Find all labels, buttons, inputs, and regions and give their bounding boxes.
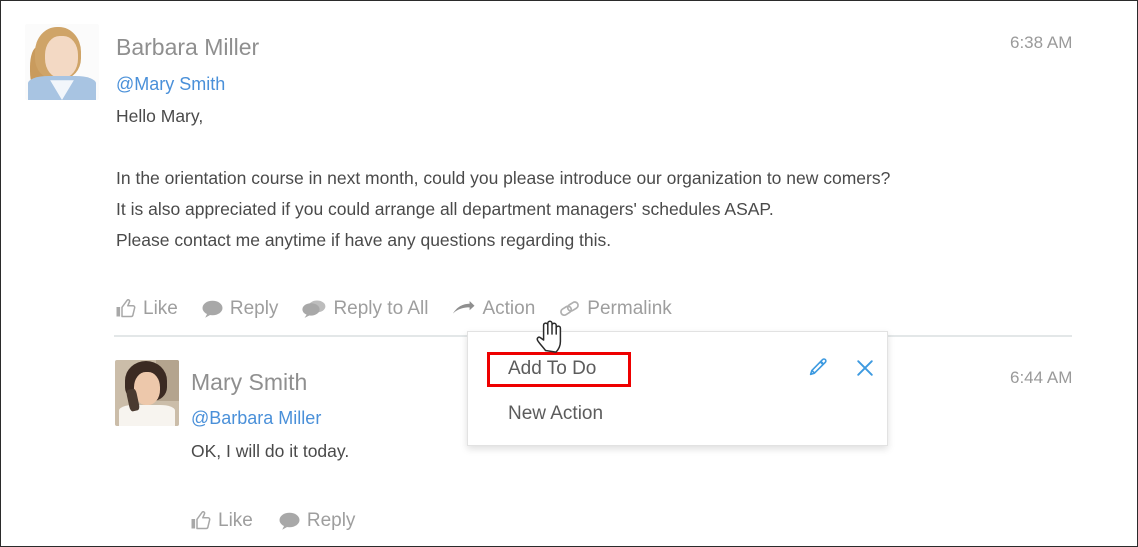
like-label: Like [218,511,253,530]
speech-bubble-icon [279,512,300,530]
avatar-face [45,36,78,78]
message-body-line: In the orientation course in next month,… [116,168,890,189]
message-thread-page: Barbara Miller 6:38 AM @Mary Smith Hello… [0,0,1138,547]
action-dropdown-menu: Add To Do New Action [467,331,888,446]
message-action-bar: Like Reply [191,511,355,530]
avatar-mary-smith[interactable] [115,360,179,426]
like-button[interactable]: Like [116,299,178,318]
speech-bubbles-icon [302,300,326,318]
permalink-button[interactable]: Permalink [559,299,671,318]
thumbs-up-icon [116,299,136,318]
reply-label: Reply [230,299,279,318]
menu-item-new-action[interactable]: New Action [508,403,603,425]
message-mention-link[interactable]: @Mary Smith [116,74,225,95]
reply-button[interactable]: Reply [202,299,279,318]
reply-button[interactable]: Reply [279,511,356,530]
like-button[interactable]: Like [191,511,253,530]
reply-to-all-label: Reply to All [333,299,428,318]
action-label: Action [482,299,535,318]
menu-item-add-to-do[interactable]: Add To Do [508,358,596,380]
message-timestamp: 6:38 AM [1010,33,1072,53]
action-button[interactable]: Action [452,299,535,318]
message-body-line: OK, I will do it today. [191,441,349,462]
message-author-name[interactable]: Mary Smith [191,369,307,396]
message-author-name[interactable]: Barbara Miller [116,34,259,61]
avatar-shirt [119,405,175,426]
avatar-barbara-miller[interactable] [25,24,99,100]
permalink-label: Permalink [587,299,671,318]
arrow-forward-icon [452,301,475,317]
reply-to-all-button[interactable]: Reply to All [302,299,428,318]
link-chain-icon [559,300,580,318]
speech-bubble-icon [202,300,223,318]
close-x-icon[interactable] [855,358,875,382]
message-action-bar: Like Reply [116,299,672,318]
reply-label: Reply [307,511,356,530]
pencil-icon[interactable] [807,358,827,382]
message-body-line: It is also appreciated if you could arra… [116,199,774,220]
message-body-line: Please contact me anytime if have any qu… [116,230,611,251]
message-timestamp: 6:44 AM [1010,368,1072,388]
like-label: Like [143,299,178,318]
message-body-line: Hello Mary, [116,106,203,127]
message-mention-link[interactable]: @Barbara Miller [191,408,321,429]
thumbs-up-icon [191,511,211,530]
